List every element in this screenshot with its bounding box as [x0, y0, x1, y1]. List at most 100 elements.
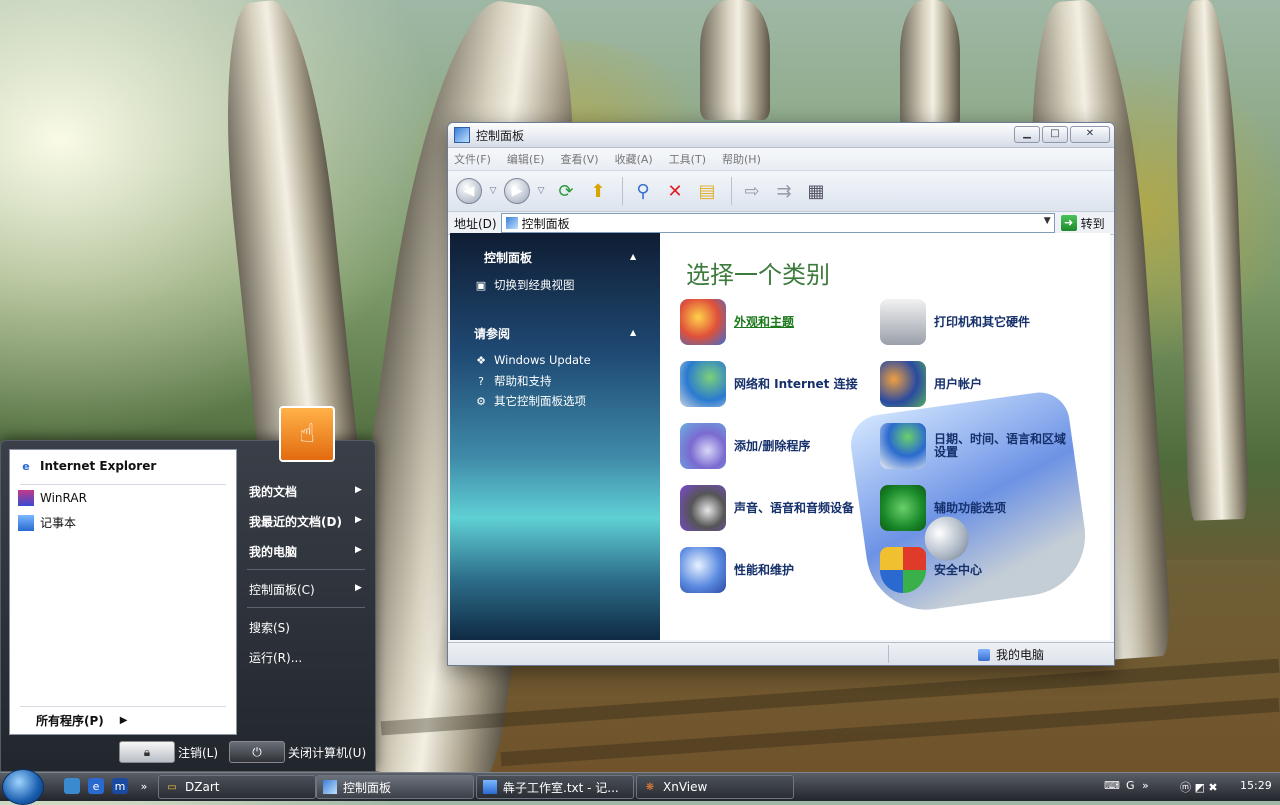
user-picture[interactable]: ☝	[279, 406, 335, 462]
task-control-panel[interactable]: 控制面板	[316, 775, 474, 799]
control-panel-icon	[505, 217, 518, 229]
task-notepad[interactable]: 犇子工作室.txt - 记...	[476, 775, 634, 799]
start-item-recent-documents[interactable]: 我最近的文档(D)	[249, 513, 342, 530]
tray-more-icon[interactable]: »	[1142, 779, 1149, 792]
internet-explorer-icon[interactable]: e	[88, 778, 104, 794]
printer-icon	[880, 299, 926, 345]
menu-help[interactable]: 帮助(H)	[722, 151, 761, 167]
refresh-icon[interactable]: ⟳	[552, 177, 580, 205]
status-bar: 我的电脑	[448, 642, 1114, 665]
close-button[interactable]: ✕	[1070, 126, 1110, 143]
menu-tools[interactable]: 工具(T)	[669, 151, 706, 167]
maximize-button[interactable]: □	[1042, 126, 1068, 143]
category-add-remove[interactable]: 添加/删除程序	[680, 423, 810, 469]
menu-view[interactable]: 查看(V)	[560, 151, 598, 167]
winrar-icon	[18, 490, 34, 506]
quicklaunch-more-icon[interactable]: »	[136, 778, 152, 794]
address-dropdown-icon[interactable]: ▼	[1044, 216, 1051, 226]
category-performance[interactable]: 性能和维护	[680, 547, 794, 593]
collapse-icon[interactable]: ▲	[630, 328, 636, 337]
xnview-icon: ❋	[645, 781, 655, 793]
task-pane-title-control-panel[interactable]: 控制面板	[484, 249, 532, 266]
category-sounds[interactable]: 声音、语音和音频设备	[680, 485, 854, 531]
all-programs-button[interactable]: 所有程序(P) ▶	[36, 712, 127, 729]
chevron-right-icon: ▶	[355, 485, 362, 495]
logoff-label[interactable]: 注销(L)	[178, 744, 218, 761]
search-icon[interactable]: ⚲	[629, 177, 657, 205]
task-pane-title-see-also[interactable]: 请参阅	[474, 325, 510, 342]
start-item-search[interactable]: 搜索(S)	[249, 619, 290, 636]
category-security-center[interactable]: 安全中心	[880, 547, 982, 593]
start-menu: ☝ e Internet Explorer WinRAR 记事本 所有程序(P)…	[0, 406, 376, 772]
menu-favorites[interactable]: 收藏(A)	[615, 151, 653, 167]
windows-flag-icon: ❖	[476, 353, 486, 367]
cd-box-icon	[680, 423, 726, 469]
notepad-icon	[483, 780, 497, 794]
forward-dropdown-icon[interactable]: ▽	[534, 177, 548, 205]
menu-file[interactable]: 文件(F)	[454, 151, 491, 167]
calendar-globe-icon	[880, 423, 926, 469]
task-dzart[interactable]: ▭ DZart	[158, 775, 316, 799]
category-appearance[interactable]: 外观和主题	[680, 299, 794, 345]
chevron-right-icon: ▶	[355, 515, 362, 525]
clock[interactable]: 15:29	[1240, 779, 1272, 792]
delete-icon[interactable]: ✕	[661, 177, 689, 205]
taskbar: e m » ▭ DZart 控制面板 犇子工作室.txt - 记... ❋ Xn…	[0, 769, 1280, 805]
task-pane: 控制面板 ▲ ▣ 切换到经典视图 请参阅 ▲ ❖ Windows Update …	[450, 233, 660, 640]
start-item-internet-explorer[interactable]: e Internet Explorer	[18, 458, 156, 474]
shield-icon	[880, 547, 926, 593]
control-panel-icon	[454, 127, 470, 143]
help-icon: ?	[478, 374, 484, 388]
start-item-run[interactable]: 运行(R)...	[249, 649, 302, 666]
show-desktop-icon[interactable]	[64, 778, 80, 794]
back-icon[interactable]: ◀	[456, 178, 482, 204]
switch-classic-view-link[interactable]: ▣ 切换到经典视图	[474, 277, 575, 293]
tray-app-icons[interactable]: ⓜ ◩ ✖	[1180, 779, 1218, 795]
up-folder-icon[interactable]: ⬆	[584, 177, 612, 205]
logoff-button[interactable]: 🔒︎	[119, 741, 175, 763]
folder-icon: ▭	[167, 781, 177, 793]
window-titlebar[interactable]: 控制面板 ▁ □ ✕	[448, 123, 1114, 148]
windows-update-link[interactable]: ❖ Windows Update	[474, 353, 591, 367]
notepad-icon	[18, 514, 34, 531]
keyboard-icon[interactable]: ⌨	[1104, 779, 1120, 792]
power-icon: ⏻	[252, 744, 262, 759]
move-to-icon[interactable]: ⇨	[738, 177, 766, 205]
window-title: 控制面板	[476, 128, 525, 143]
back-dropdown-icon[interactable]: ▽	[486, 177, 500, 205]
menu-bar: 文件(F) 编辑(E) 查看(V) 收藏(A) 工具(T) 帮助(H)	[448, 148, 1114, 171]
category-date-time-language[interactable]: 日期、时间、语言和区域设置	[880, 423, 1074, 469]
minimize-button[interactable]: ▁	[1014, 126, 1040, 143]
maxthon-icon[interactable]: m	[112, 778, 128, 794]
start-menu-power-bar: 🔒︎ 注销(L) ⏻ 关闭计算机(U)	[1, 735, 375, 771]
start-item-notepad[interactable]: 记事本	[18, 514, 76, 531]
category-printers[interactable]: 打印机和其它硬件	[880, 299, 1030, 345]
category-accessibility[interactable]: 辅助功能选项	[880, 485, 1006, 531]
menu-edit[interactable]: 编辑(E)	[507, 151, 545, 167]
start-item-my-documents[interactable]: 我的文档	[249, 483, 297, 500]
collapse-icon[interactable]: ▲	[630, 252, 636, 261]
gear-icon: ⚙	[476, 394, 486, 408]
lock-icon: 🔒︎	[143, 744, 151, 759]
start-item-my-computer[interactable]: 我的电脑	[249, 543, 297, 560]
input-method-indicator[interactable]: G	[1126, 779, 1135, 792]
other-options-link[interactable]: ⚙ 其它控制面板选项	[474, 393, 586, 409]
address-input[interactable]: 控制面板 ▼	[500, 213, 1055, 233]
folders-icon[interactable]: ▤	[693, 177, 721, 205]
category-user-accounts[interactable]: 用户帐户	[880, 361, 982, 407]
accessibility-icon	[880, 485, 926, 531]
forward-icon[interactable]: ▶	[504, 178, 530, 204]
shutdown-button[interactable]: ⏻	[229, 741, 285, 763]
start-item-control-panel[interactable]: 控制面板(C)	[249, 581, 315, 598]
toolbar: ◀ ▽ ▶ ▽ ⟳ ⬆ ⚲ ✕ ▤ ⇨ ⇉ ▦	[448, 171, 1114, 212]
views-icon[interactable]: ▦	[802, 177, 830, 205]
start-item-winrar[interactable]: WinRAR	[18, 490, 87, 506]
palette-icon	[680, 299, 726, 345]
task-xnview[interactable]: ❋ XnView	[636, 775, 794, 799]
category-network[interactable]: 网络和 Internet 连接	[680, 361, 858, 407]
shutdown-label[interactable]: 关闭计算机(U)	[288, 744, 366, 761]
go-button[interactable]: ➜ 转到	[1060, 215, 1105, 232]
copy-to-icon[interactable]: ⇉	[770, 177, 798, 205]
control-panel-window: 控制面板 ▁ □ ✕ 文件(F) 编辑(E) 查看(V) 收藏(A) 工具(T)…	[447, 122, 1115, 666]
help-support-link[interactable]: ? 帮助和支持	[474, 373, 551, 389]
